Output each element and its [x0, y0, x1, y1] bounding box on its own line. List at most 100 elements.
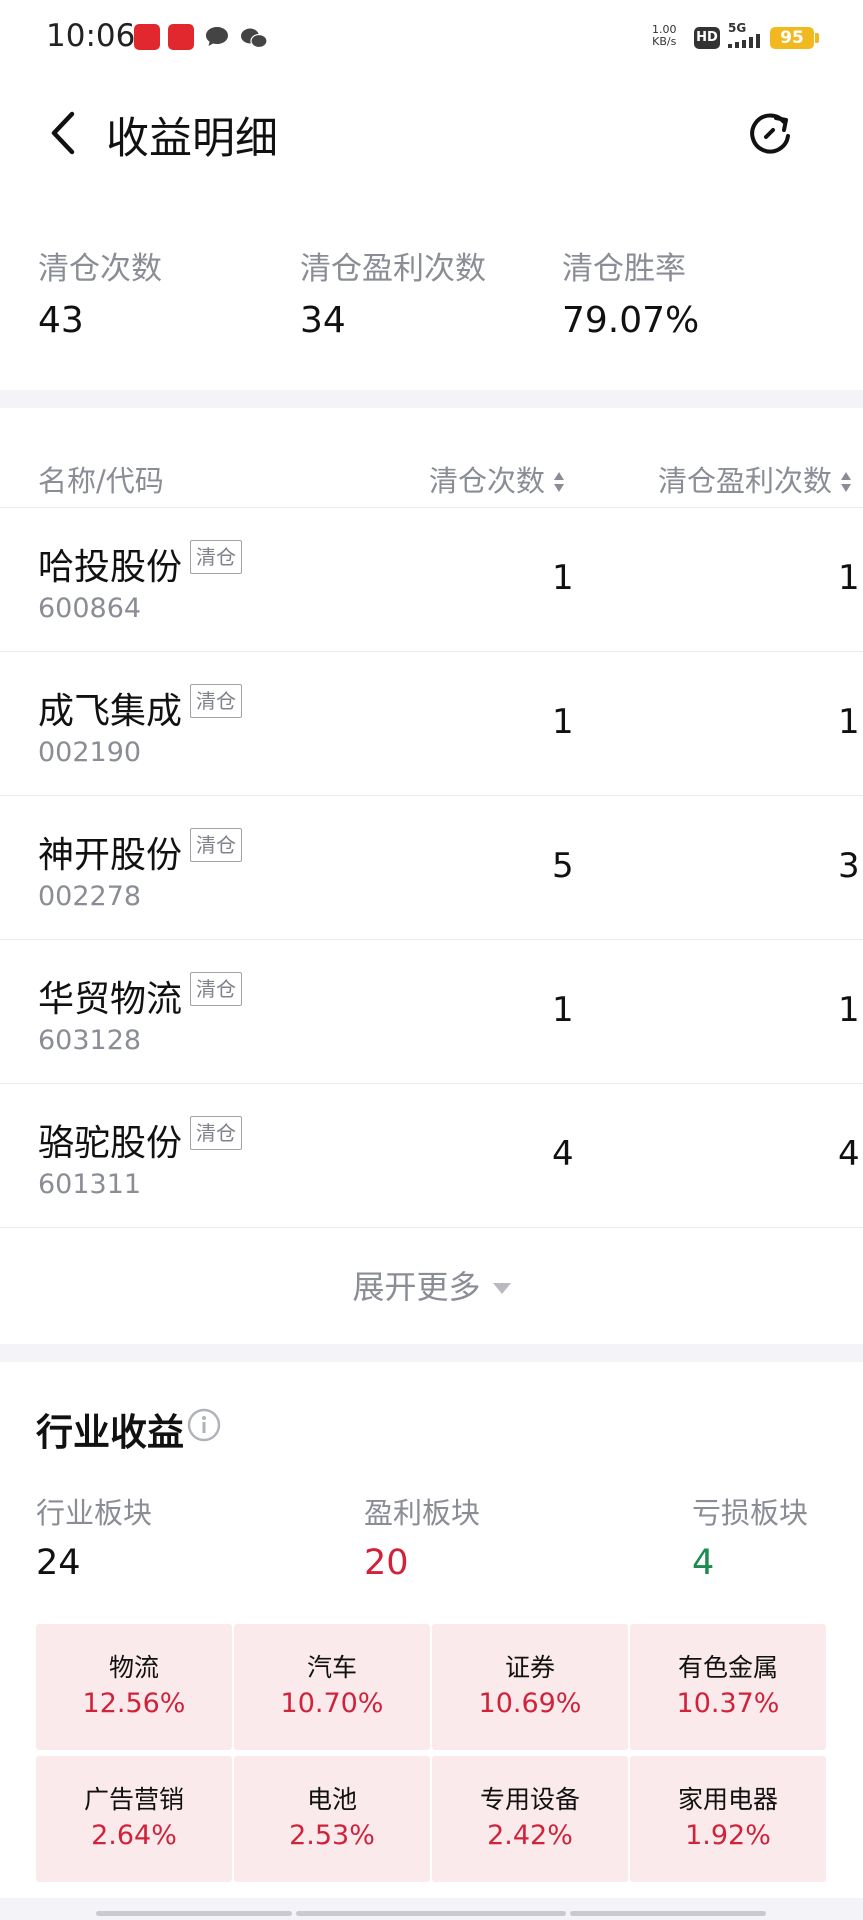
- industry-tile[interactable]: 广告营销 2.64%: [36, 1756, 232, 1882]
- clear-tag: 清仓: [190, 684, 242, 718]
- summary-win-rate-value: 79.07%: [562, 300, 700, 341]
- industry-profit-value: 20: [364, 1543, 409, 1583]
- battery-icon: 95: [770, 27, 814, 49]
- hd-icon: HD: [694, 27, 720, 49]
- industry-tile[interactable]: 证券 10.69%: [432, 1624, 628, 1750]
- industry-name: 广告营销: [83, 1785, 184, 1814]
- industry-total-label: 行业板块: [36, 1496, 153, 1530]
- stock-name: 骆驼股份: [38, 1123, 183, 1164]
- stock-code: 002190: [38, 737, 142, 768]
- profit-count: 4: [838, 1134, 860, 1174]
- industry-name: 证券: [504, 1653, 555, 1682]
- table-row[interactable]: 骆驼股份 清仓 601311 4 4: [0, 1084, 863, 1228]
- industry-section-title: 行业收益: [36, 1411, 184, 1454]
- industry-profit-label: 盈利板块: [364, 1496, 481, 1530]
- clear-count: 4: [552, 1134, 574, 1174]
- stock-code: 002278: [38, 881, 142, 912]
- battery-tip: [815, 33, 819, 43]
- caret-down-icon: [492, 1283, 511, 1294]
- industry-return: 10.69%: [478, 1688, 582, 1719]
- table-row[interactable]: 华贸物流 清仓 603128 1 1: [0, 940, 863, 1084]
- net-speed: 1.00 KB/s: [652, 24, 677, 48]
- industry-name: 物流: [108, 1653, 159, 1682]
- signal-bars-icon: [728, 34, 760, 48]
- signal-icon: 5G: [728, 22, 762, 51]
- app-notification-icon: [134, 24, 160, 50]
- bottom-divider: [0, 1898, 863, 1920]
- message-icon: [206, 27, 228, 46]
- wechat-icon: [241, 28, 268, 49]
- tile-page-indicator: [96, 1911, 292, 1916]
- industry-tile[interactable]: 汽车 10.70%: [234, 1624, 430, 1750]
- expand-more-button[interactable]: 展开更多: [0, 1262, 863, 1308]
- status-time: 10:06: [46, 18, 136, 54]
- back-chevron-icon[interactable]: [44, 108, 84, 158]
- summary-profit-count-value: 34: [300, 300, 346, 341]
- sort-icon: [841, 472, 852, 492]
- summary-clear-count-label: 清仓次数: [38, 251, 162, 287]
- industry-name: 专用设备: [479, 1785, 580, 1814]
- industry-return: 1.92%: [685, 1820, 771, 1851]
- table-row[interactable]: 哈投股份 清仓 600864 1 1: [0, 508, 863, 652]
- column-header-count-label: 清仓次数: [429, 464, 546, 498]
- industry-return: 10.70%: [280, 1688, 384, 1719]
- section-divider: [0, 390, 863, 408]
- column-header-count[interactable]: 清仓次数: [429, 458, 565, 500]
- industry-tile[interactable]: 物流 12.56%: [36, 1624, 232, 1750]
- stock-code: 601311: [38, 1169, 142, 1200]
- profit-count: 1: [838, 990, 860, 1030]
- tile-page-indicator: [570, 1911, 766, 1916]
- summary-profit-count-label: 清仓盈利次数: [300, 251, 486, 287]
- column-header-profit-count-label: 清仓盈利次数: [658, 464, 833, 498]
- profit-count: 1: [838, 702, 860, 742]
- industry-tile[interactable]: 家用电器 1.92%: [630, 1756, 826, 1882]
- table-row[interactable]: 神开股份 清仓 002278 5 3: [0, 796, 863, 940]
- industry-return: 12.56%: [82, 1688, 186, 1719]
- clear-tag: 清仓: [190, 828, 242, 862]
- industry-tile[interactable]: 专用设备 2.42%: [432, 1756, 628, 1882]
- industry-total-value: 24: [36, 1543, 81, 1583]
- table-row[interactable]: 成飞集成 清仓 002190 1 1: [0, 652, 863, 796]
- industry-name: 电池: [306, 1785, 357, 1814]
- stock-name: 哈投股份: [38, 547, 183, 588]
- stock-code: 603128: [38, 1025, 142, 1056]
- clear-count: 5: [552, 846, 574, 886]
- info-icon[interactable]: [187, 1408, 221, 1442]
- column-header-name: 名称/代码: [38, 464, 164, 498]
- industry-loss-value: 4: [692, 1543, 715, 1583]
- status-bar: 10:06 1.00 KB/s HD 5G 95: [0, 0, 863, 78]
- stock-name: 神开股份: [38, 835, 183, 876]
- profit-count: 3: [838, 846, 860, 886]
- net-speed-unit: KB/s: [652, 35, 677, 48]
- sort-icon: [554, 472, 565, 492]
- industry-return: 2.64%: [91, 1820, 177, 1851]
- industry-name: 家用电器: [677, 1785, 778, 1814]
- signal-label: 5G: [728, 21, 747, 35]
- clear-tag: 清仓: [190, 540, 242, 574]
- stock-name: 华贸物流: [38, 979, 183, 1020]
- column-header-profit-count[interactable]: 清仓盈利次数: [658, 458, 852, 500]
- summary-clear-count-value: 43: [38, 300, 84, 341]
- industry-name: 有色金属: [677, 1653, 778, 1682]
- refresh-icon[interactable]: [746, 108, 796, 158]
- summary-win-rate-label: 清仓胜率: [562, 251, 686, 287]
- section-divider: [0, 1344, 863, 1362]
- clear-count: 1: [552, 990, 574, 1030]
- news-notification-icon: [168, 24, 194, 50]
- profit-count: 1: [838, 558, 860, 598]
- expand-more-label: 展开更多: [352, 1268, 481, 1306]
- clear-tag: 清仓: [190, 1116, 242, 1150]
- industry-return: 2.42%: [487, 1820, 573, 1851]
- industry-return: 10.37%: [676, 1688, 780, 1719]
- industry-loss-label: 亏损板块: [692, 1496, 809, 1530]
- clear-count: 1: [552, 558, 574, 598]
- tile-page-indicator: [296, 1911, 566, 1916]
- stock-code: 600864: [38, 593, 142, 624]
- industry-tile[interactable]: 电池 2.53%: [234, 1756, 430, 1882]
- stock-name: 成飞集成: [38, 691, 183, 732]
- industry-name: 汽车: [306, 1653, 357, 1682]
- page-title: 收益明细: [106, 114, 278, 164]
- industry-tile[interactable]: 有色金属 10.37%: [630, 1624, 826, 1750]
- industry-return: 2.53%: [289, 1820, 375, 1851]
- clear-count: 1: [552, 702, 574, 742]
